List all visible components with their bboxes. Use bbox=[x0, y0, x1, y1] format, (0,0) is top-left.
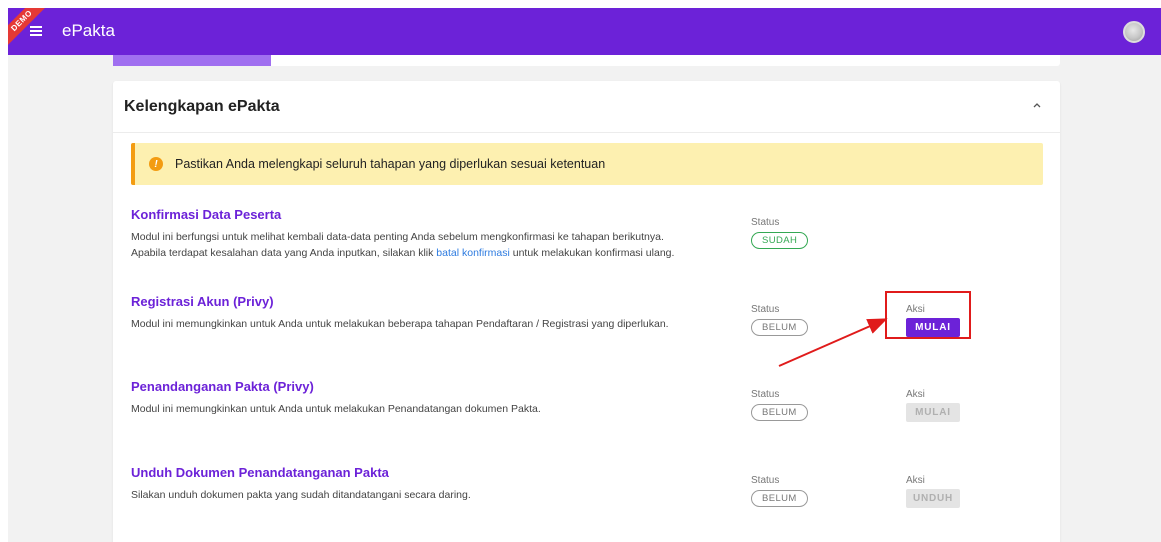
desc-text: Apabila terdapat kesalahan data yang And… bbox=[131, 247, 437, 259]
info-icon: ! bbox=[149, 157, 163, 171]
action-label: Aksi bbox=[906, 475, 925, 486]
status-block: Status BELUM bbox=[751, 389, 808, 421]
alert-text: Pastikan Anda melengkapi seluruh tahapan… bbox=[175, 157, 606, 171]
chevron-up-icon[interactable] bbox=[1032, 100, 1042, 110]
module-description: Modul ini berfungsi untuk melihat kembal… bbox=[131, 229, 731, 261]
action-label: Aksi bbox=[906, 389, 925, 400]
batal-konfirmasi-link[interactable]: batal konfirmasi bbox=[436, 247, 510, 259]
status-badge: SUDAH bbox=[751, 232, 809, 249]
active-tab-indicator bbox=[113, 55, 271, 66]
status-label: Status bbox=[751, 389, 780, 400]
demo-ribbon: DEMO bbox=[8, 8, 50, 49]
brand-title: ePakta bbox=[62, 21, 115, 40]
status-block: Status BELUM bbox=[751, 475, 808, 507]
mulai-registrasi-button[interactable]: MULAI bbox=[906, 318, 960, 337]
app-viewport: DEMO ePakta Kelengkapan ePakta ! Pastika… bbox=[8, 8, 1161, 542]
action-block: Aksi MULAI bbox=[906, 304, 960, 337]
previous-card-edge bbox=[113, 55, 1060, 66]
status-badge: BELUM bbox=[751, 404, 808, 421]
module-unduh-dokumen: Unduh Dokumen Penandatanganan Pakta Sila… bbox=[131, 465, 1043, 508]
module-penandanganan-pakta: Penandanganan Pakta (Privy) Modul ini me… bbox=[131, 379, 1043, 422]
status-badge: BELUM bbox=[751, 319, 808, 336]
desc-text: untuk melakukan konfirmasi ulang. bbox=[509, 247, 675, 259]
status-block: Status BELUM bbox=[751, 304, 808, 336]
module-description: Modul ini memungkinkan untuk Anda untuk … bbox=[131, 403, 541, 415]
status-label: Status bbox=[751, 304, 780, 315]
module-desc-line: Apabila terdapat kesalahan data yang And… bbox=[131, 245, 731, 261]
action-label: Aksi bbox=[906, 304, 925, 315]
action-block: Aksi MULAI bbox=[906, 389, 960, 422]
info-alert: ! Pastikan Anda melengkapi seluruh tahap… bbox=[131, 143, 1043, 185]
kelengkapan-card: Kelengkapan ePakta ! Pastikan Anda melen… bbox=[113, 81, 1060, 542]
action-block: Aksi UNDUH bbox=[906, 475, 960, 508]
top-app-bar: DEMO ePakta bbox=[8, 8, 1161, 55]
status-label: Status bbox=[751, 217, 780, 228]
hamburger-icon[interactable] bbox=[30, 26, 42, 36]
card-header: Kelengkapan ePakta bbox=[113, 81, 1060, 133]
module-desc-line: Modul ini berfungsi untuk melihat kembal… bbox=[131, 231, 664, 243]
user-avatar[interactable] bbox=[1123, 21, 1145, 43]
unduh-button: UNDUH bbox=[906, 489, 960, 508]
module-description: Modul ini memungkinkan untuk Anda untuk … bbox=[131, 318, 669, 330]
module-description: Silakan unduh dokumen pakta yang sudah d… bbox=[131, 489, 471, 501]
module-title: Konfirmasi Data Peserta bbox=[131, 207, 282, 222]
module-registrasi-akun: Registrasi Akun (Privy) Modul ini memung… bbox=[131, 294, 1043, 337]
card-title: Kelengkapan ePakta bbox=[124, 98, 280, 115]
status-block: Status SUDAH bbox=[751, 217, 809, 249]
module-konfirmasi-data: Konfirmasi Data Peserta Modul ini berfun… bbox=[131, 207, 1043, 261]
status-label: Status bbox=[751, 475, 780, 486]
mulai-penandanganan-button: MULAI bbox=[906, 403, 960, 422]
status-badge: BELUM bbox=[751, 490, 808, 507]
